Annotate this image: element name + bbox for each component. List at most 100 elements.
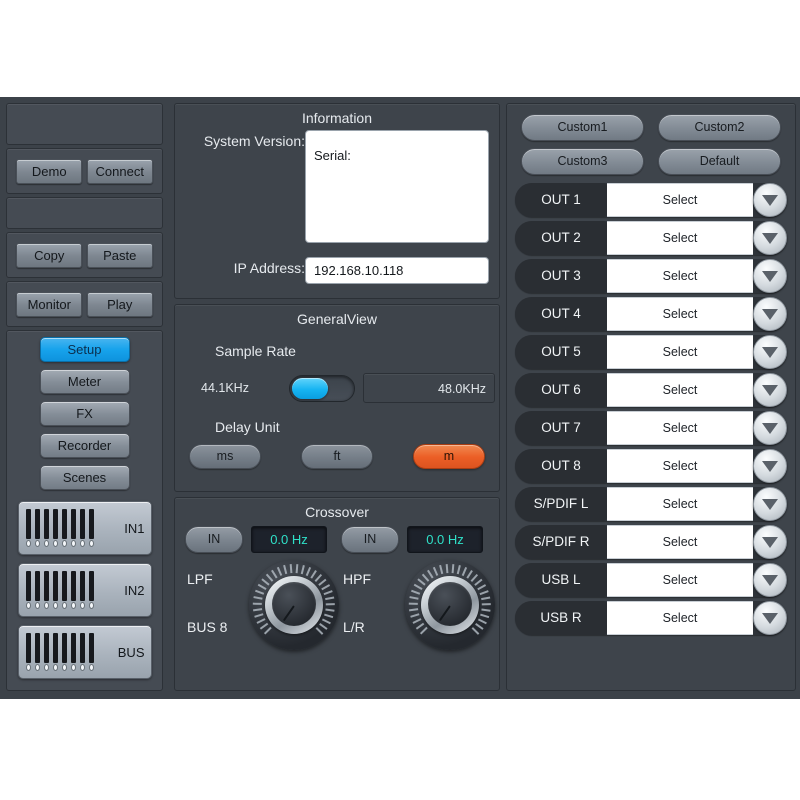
lpf-in-button[interactable]: IN xyxy=(185,526,243,553)
routing-row-select-field[interactable]: Select xyxy=(607,525,753,559)
routing-row-dropdown-button[interactable] xyxy=(753,221,787,255)
routing-row-select-field[interactable]: Select xyxy=(607,563,753,597)
system-version-label: System Version: xyxy=(203,133,305,149)
edit-button-group: Copy Paste xyxy=(6,232,163,278)
knob-tick xyxy=(252,603,263,605)
hpf-knob[interactable] xyxy=(405,560,495,650)
knob-tick xyxy=(410,613,420,618)
delay-unit-m-button[interactable]: m xyxy=(413,444,485,469)
routing-row: OUT 8 Select xyxy=(515,449,787,483)
knob-tick xyxy=(264,627,272,635)
routing-row-select-field[interactable]: Select xyxy=(607,297,753,331)
meter-bar xyxy=(79,571,85,609)
meter-widgets: IN1 IN2 BUS xyxy=(17,501,152,679)
delay-unit-ft-button[interactable]: ft xyxy=(301,444,373,469)
sidebar-nav: Setup Meter FX Recorder Scenes IN1 IN2 B… xyxy=(6,330,163,691)
copy-button[interactable]: Copy xyxy=(16,242,83,268)
preset-default-button[interactable]: Default xyxy=(658,148,781,175)
routing-row-select-field[interactable]: Select xyxy=(607,487,753,521)
lpf-labels: LPF BUS 8 xyxy=(183,559,245,651)
delay-unit-row: ms ft m xyxy=(175,444,499,469)
sidebar-empty-strip-top xyxy=(6,103,163,145)
routing-row-label: USB L xyxy=(515,563,607,597)
routing-row-dropdown-button[interactable] xyxy=(753,411,787,445)
knob-tick xyxy=(321,584,331,590)
meter-widget-in2[interactable]: IN2 xyxy=(17,563,152,617)
routing-row: OUT 7 Select xyxy=(515,411,787,445)
sidebar-item-fx[interactable]: FX xyxy=(39,401,130,426)
routing-row-dropdown-button[interactable] xyxy=(753,259,787,293)
paste-button[interactable]: Paste xyxy=(86,242,153,268)
knob-tick xyxy=(478,618,488,624)
routing-rows: OUT 1 Select OUT 2 Select OUT 3 Select OUT 4 Se… xyxy=(515,183,787,684)
meter-bar xyxy=(70,571,76,609)
sidebar-item-meter[interactable]: Meter xyxy=(39,369,130,394)
routing-panel: Custom1 Custom2 Custom3 Default OUT 1 Sel… xyxy=(506,103,796,691)
routing-row-dropdown-button[interactable] xyxy=(753,335,787,369)
ip-address-input[interactable]: 192.168.10.118 xyxy=(305,257,489,284)
connect-button[interactable]: Connect xyxy=(86,158,153,184)
knob-tick xyxy=(325,608,335,612)
routing-row-dropdown-button[interactable] xyxy=(753,373,787,407)
lpf-frequency-display[interactable]: 0.0 Hz xyxy=(251,526,327,553)
routing-row-label: OUT 1 xyxy=(515,183,607,217)
meter-bars xyxy=(25,509,111,547)
routing-row-dropdown-button[interactable] xyxy=(753,297,787,331)
routing-row-select-field[interactable]: Select xyxy=(607,335,753,369)
routing-row: OUT 2 Select xyxy=(515,221,787,255)
preset-custom2-button[interactable]: Custom2 xyxy=(658,114,781,141)
generalview-title: GeneralView xyxy=(297,311,377,327)
routing-row-dropdown-button[interactable] xyxy=(753,487,787,521)
routing-row-dropdown-button[interactable] xyxy=(753,183,787,217)
preset-custom1-button[interactable]: Custom1 xyxy=(521,114,644,141)
crossover-knobs: LPF BUS 8 HPF L/R xyxy=(175,559,499,651)
knob-tick xyxy=(481,596,491,600)
hpf-in-button[interactable]: IN xyxy=(341,526,399,553)
chevron-down-icon xyxy=(762,574,778,586)
hpf-type-label: HPF xyxy=(343,571,371,587)
play-button[interactable]: Play xyxy=(86,291,153,317)
knob-tick xyxy=(253,596,263,600)
middle-column: Information System Version: Serial: IP A… xyxy=(174,99,500,695)
routing-row-select-field[interactable]: Select xyxy=(607,259,753,293)
preset-custom3-button[interactable]: Custom3 xyxy=(521,148,644,175)
chevron-down-icon xyxy=(762,270,778,282)
knob-tick xyxy=(412,618,422,624)
routing-row-dropdown-button[interactable] xyxy=(753,449,787,483)
meter-bar xyxy=(70,509,76,547)
knob-tick xyxy=(319,623,328,630)
lpf-type-label: LPF xyxy=(187,571,213,587)
routing-row-select-field[interactable]: Select xyxy=(607,221,753,255)
meter-label: IN2 xyxy=(124,582,145,598)
routing-row-select-field[interactable]: Select xyxy=(607,449,753,483)
hpf-frequency-display[interactable]: 0.0 Hz xyxy=(407,526,483,553)
routing-row-dropdown-button[interactable] xyxy=(753,563,787,597)
routing-row-select-field[interactable]: Select xyxy=(607,601,753,635)
routing-row-dropdown-button[interactable] xyxy=(753,601,787,635)
system-version-field[interactable]: Serial: xyxy=(305,130,489,243)
sidebar-item-recorder[interactable]: Recorder xyxy=(39,433,130,458)
meter-widget-bus[interactable]: BUS xyxy=(17,625,152,679)
sample-rate-toggle[interactable] xyxy=(289,374,355,402)
lpf-knob[interactable] xyxy=(249,560,339,650)
routing-row: OUT 4 Select xyxy=(515,297,787,331)
monitor-button[interactable]: Monitor xyxy=(16,291,83,317)
routing-row-label: S/PDIF R xyxy=(515,525,607,559)
knob-tick xyxy=(417,578,426,586)
knob-tick xyxy=(474,578,483,586)
meter-widget-in1[interactable]: IN1 xyxy=(17,501,152,555)
routing-row-select-field[interactable]: Select xyxy=(607,373,753,407)
sidebar-item-setup[interactable]: Setup xyxy=(39,337,130,362)
sidebar-item-scenes[interactable]: Scenes xyxy=(39,465,130,490)
routing-row-dropdown-button[interactable] xyxy=(753,525,787,559)
routing-row: OUT 1 Select xyxy=(515,183,787,217)
knob-tick xyxy=(481,608,491,612)
routing-row-select-field[interactable]: Select xyxy=(607,411,753,445)
demo-button[interactable]: Demo xyxy=(16,158,83,184)
delay-unit-ms-button[interactable]: ms xyxy=(189,444,261,469)
routing-row-label: USB R xyxy=(515,601,607,635)
routing-row-select-field[interactable]: Select xyxy=(607,183,753,217)
knob-tick xyxy=(253,608,263,612)
knob-tick xyxy=(295,564,299,574)
sidebar-empty-strip-mid xyxy=(6,197,163,229)
